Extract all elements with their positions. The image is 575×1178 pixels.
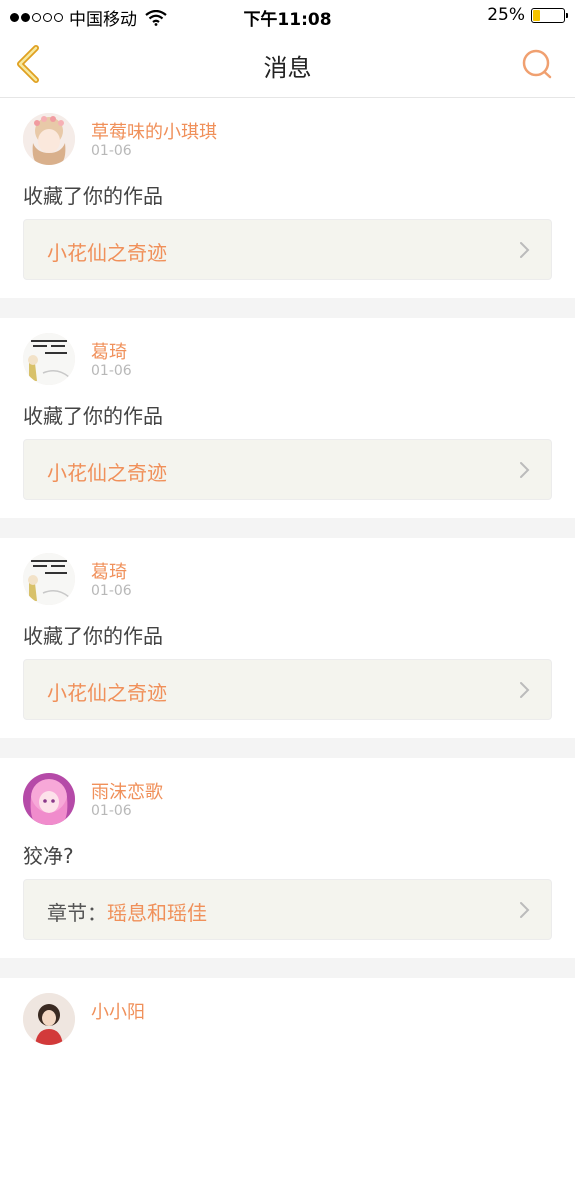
message-text: 收藏了你的作品	[23, 184, 163, 208]
battery-fill	[533, 9, 540, 21]
chapter-link[interactable]: 章节：瑶息和瑶佳	[23, 879, 552, 940]
message-card: 葛琦 01-06 收藏了你的作品 小花仙之奇迹	[0, 538, 575, 738]
work-title: 小花仙之奇迹	[47, 461, 167, 485]
divider	[0, 298, 575, 318]
work-link[interactable]: 小花仙之奇迹	[23, 659, 552, 720]
page-title: 消息	[263, 54, 312, 82]
message-card: 草莓味的小琪琪 01-06 收藏了你的作品 小花仙之奇迹	[0, 98, 575, 298]
divider	[0, 738, 575, 758]
work-title: 小花仙之奇迹	[47, 241, 167, 265]
avatar[interactable]	[23, 773, 75, 825]
message-text: 收藏了你的作品	[23, 624, 163, 648]
username[interactable]: 草莓味的小琪琪	[91, 118, 217, 144]
chevron-right-icon	[520, 902, 530, 918]
message-card: 雨沫恋歌 01-06 狡净? 章节：瑶息和瑶佳	[0, 758, 575, 958]
message-date: 01-06	[91, 143, 132, 159]
status-bar: 中国移动 下午11:08 25%	[0, 0, 575, 32]
message-list: 草莓味的小琪琪 01-06 收藏了你的作品 小花仙之奇迹 葛琦 01-06 收藏…	[0, 98, 575, 1178]
search-icon[interactable]	[521, 47, 555, 81]
work-title: 小花仙之奇迹	[47, 681, 167, 705]
divider	[0, 958, 575, 978]
username[interactable]: 小小阳	[91, 998, 145, 1024]
divider	[0, 518, 575, 538]
avatar[interactable]	[23, 553, 75, 605]
battery-icon	[531, 7, 568, 23]
message-date: 01-06	[91, 803, 132, 819]
work-link[interactable]: 小花仙之奇迹	[23, 219, 552, 280]
chevron-right-icon	[520, 242, 530, 258]
message-date: 01-06	[91, 583, 132, 599]
chevron-right-icon	[520, 682, 530, 698]
message-text: 收藏了你的作品	[23, 404, 163, 428]
battery-percent: 25%	[487, 5, 525, 25]
avatar[interactable]	[23, 993, 75, 1045]
chapter-line: 章节：瑶息和瑶佳	[47, 897, 207, 926]
chevron-right-icon	[520, 462, 530, 478]
message-card: 葛琦 01-06 收藏了你的作品 小花仙之奇迹	[0, 318, 575, 518]
chapter-title: 瑶息和瑶佳	[107, 901, 207, 925]
message-text: 狡净?	[23, 844, 74, 868]
navigation-bar: 消息	[0, 32, 575, 98]
username[interactable]: 葛琦	[91, 558, 127, 584]
chapter-prefix: 章节：	[47, 901, 107, 925]
status-right: 25%	[487, 5, 568, 25]
message-date: 01-06	[91, 363, 132, 379]
username[interactable]: 雨沫恋歌	[91, 778, 163, 804]
username[interactable]: 葛琦	[91, 338, 127, 364]
avatar[interactable]	[23, 333, 75, 385]
work-link[interactable]: 小花仙之奇迹	[23, 439, 552, 500]
message-card: 小小阳	[0, 978, 575, 1178]
avatar[interactable]	[23, 113, 75, 165]
